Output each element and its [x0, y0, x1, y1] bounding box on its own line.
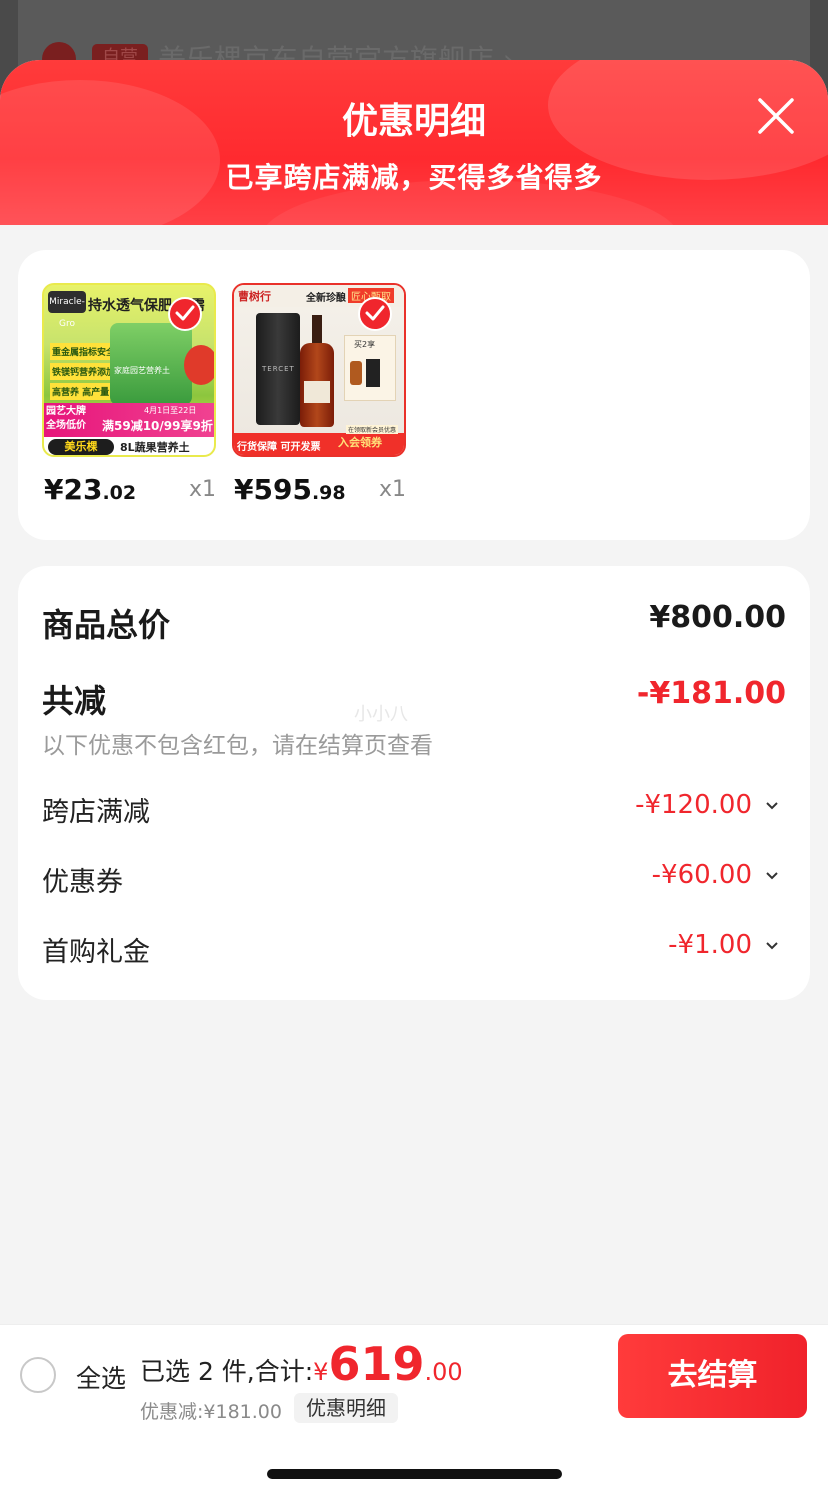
- selected-count: 已选 2 件,合计:: [140, 1357, 314, 1386]
- total-reduction-row: 共减 -¥181.00: [42, 676, 786, 720]
- discount-row[interactable]: 首购礼金 -¥1.00: [42, 930, 786, 970]
- discount-detail-button[interactable]: 优惠明细: [294, 1393, 398, 1423]
- product-image[interactable]: 曹树行 全新珍酿 匠心甄取 TERCET 买2享 在领取新会员优惠 行货保障 可…: [232, 283, 406, 457]
- checkmark-icon[interactable]: [168, 297, 202, 331]
- promo-title: 园艺大牌 全场低价: [46, 406, 86, 431]
- brand-chip: 美乐棵: [48, 439, 114, 455]
- product-quantity: x1: [188, 477, 216, 502]
- price-row: ¥595.98 x1: [232, 473, 406, 509]
- product-image[interactable]: Miracle-Gro 持水透气保肥 无需 重金属指标安全 铁镁钙营养添加 高营…: [42, 283, 216, 457]
- shop-name: 曹树行: [238, 290, 271, 303]
- close-icon[interactable]: [754, 94, 798, 138]
- total-reduction-label: 共减: [42, 682, 107, 720]
- price-row: ¥23.02 x1: [42, 473, 216, 509]
- guarantee-text: 行货保障 可开发票: [237, 442, 321, 453]
- gift-box-illustration: [366, 359, 380, 387]
- discount-value: -¥60.00: [651, 860, 752, 890]
- image-tag: 高营养 高产量: [50, 383, 112, 400]
- discount-row[interactable]: 优惠券 -¥60.00: [42, 860, 786, 900]
- products-card: Miracle-Gro 持水透气保肥 无需 重金属指标安全 铁镁钙营养添加 高营…: [18, 250, 810, 540]
- checkmark-icon[interactable]: [358, 297, 392, 331]
- reduction-note: 以下优惠不包含红包，请在结算页查看: [42, 733, 433, 759]
- sheet-header: 优惠明细 已享跨店满减，买得多省得多: [0, 60, 828, 225]
- product-spec: 8L蔬果营养土: [120, 441, 190, 454]
- product-quantity: x1: [378, 477, 406, 502]
- bottle-label: [304, 381, 330, 403]
- total-price-value: ¥800.00: [649, 600, 786, 635]
- checkout-button[interactable]: 去结算: [618, 1334, 807, 1418]
- member-note: 在领取新会员优惠: [346, 425, 399, 434]
- total-currency: ¥: [313, 1358, 329, 1386]
- select-all-checkbox[interactable]: [20, 1357, 56, 1393]
- image-tag: 重金属指标安全: [50, 343, 115, 360]
- discount-row[interactable]: 跨店满减 -¥120.00: [42, 790, 786, 830]
- watermark: 小小八: [354, 704, 408, 725]
- discount-label: 跨店满减: [42, 797, 150, 828]
- soil-bag-illustration: [110, 323, 192, 405]
- chevron-down-icon[interactable]: [764, 870, 780, 882]
- total-reduction-value: -¥181.00: [636, 676, 786, 711]
- promo-offer: 满59减10/99享9折: [102, 419, 213, 433]
- discount-label: 首购礼金: [42, 937, 150, 968]
- select-all-label[interactable]: 全选: [76, 1359, 126, 1395]
- bottle-illustration: [312, 315, 322, 345]
- total-amount-decimal: .00: [424, 1358, 463, 1386]
- checkout-bar: 全选 已选 2 件,合计:¥619.00 优惠减:¥181.00 优惠明细 去结…: [0, 1324, 828, 1424]
- sheet-subtitle: 已享跨店满减，买得多省得多: [225, 161, 603, 194]
- box-text: TERCET: [262, 365, 295, 373]
- product-price: ¥23.02: [44, 473, 137, 506]
- bag-label: 家庭园艺营养土: [114, 366, 170, 375]
- image-headline: 全新珍酿: [306, 293, 346, 304]
- coupon-text: 入会领券: [338, 436, 382, 449]
- selected-total: 已选 2 件,合计:¥619.00: [140, 1337, 463, 1391]
- discount-value: -¥120.00: [635, 790, 752, 820]
- tomato-illustration: [184, 345, 214, 385]
- total-price-row: 商品总价 ¥800.00: [42, 600, 786, 644]
- home-indicator[interactable]: [267, 1469, 562, 1479]
- product-item[interactable]: Miracle-Gro 持水透气保肥 无需 重金属指标安全 铁镁钙营养添加 高营…: [42, 283, 216, 509]
- product-item[interactable]: 曹树行 全新珍酿 匠心甄取 TERCET 买2享 在领取新会员优惠 行货保障 可…: [232, 283, 406, 509]
- total-price-label: 商品总价: [42, 606, 171, 644]
- chevron-down-icon[interactable]: [764, 800, 780, 812]
- gift-bottle-illustration: [350, 361, 362, 385]
- discount-value: -¥1.00: [668, 930, 752, 960]
- brand-logo: Miracle-Gro: [48, 291, 86, 329]
- discount-summary-card: 商品总价 ¥800.00 共减 -¥181.00 以下优惠不包含红包，请在结算页…: [18, 566, 810, 1000]
- home-indicator-area: [0, 1424, 828, 1497]
- sheet-title: 优惠明细: [341, 101, 486, 142]
- promo-date: 4月1日至22日: [144, 406, 197, 415]
- discount-detail-sheet: 优惠明细 已享跨店满减，买得多省得多 Miracle-Gro 持水透气保肥 无需…: [0, 60, 828, 1497]
- total-amount-integer: 619: [328, 1337, 425, 1391]
- image-tag: 铁镁钙营养添加: [50, 363, 115, 380]
- gift-text: 买2享: [354, 340, 376, 349]
- saved-amount: 优惠减:¥181.00: [140, 1401, 282, 1423]
- discount-label: 优惠券: [42, 867, 123, 898]
- chevron-down-icon[interactable]: [764, 940, 780, 952]
- product-price: ¥595.98: [234, 473, 346, 506]
